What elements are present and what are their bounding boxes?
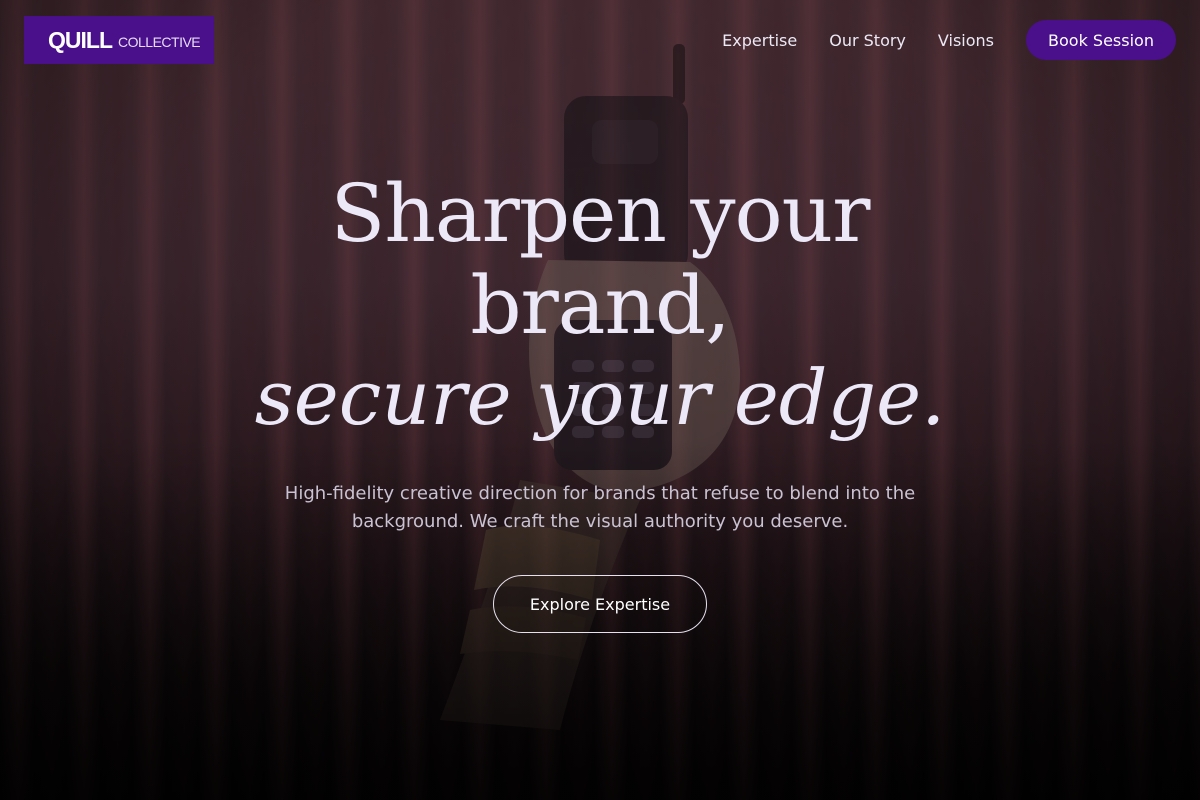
brand-name: QUILL [48, 26, 113, 53]
nav-link-visions[interactable]: Visions [938, 31, 994, 50]
nav-link-expertise[interactable]: Expertise [722, 31, 797, 50]
brand-subname: COLLECTIVE [118, 34, 201, 50]
hero-subtext: High-fidelity creative direction for bra… [284, 483, 916, 532]
book-session-button[interactable]: Book Session [1026, 20, 1176, 60]
nav-link-our-story[interactable]: Our Story [829, 31, 906, 50]
brand-logo[interactable]: QUILL COLLECTIVE [24, 16, 214, 64]
hero-headline: Sharpen your brand, secure your edge. [0, 168, 1200, 444]
headline-line-2: brand, [470, 259, 730, 352]
headline-line-1: Sharpen your [330, 167, 871, 260]
main-nav: Expertise Our Story Visions Book Session [722, 20, 1176, 60]
explore-expertise-button[interactable]: Explore Expertise [493, 575, 707, 633]
headline-line-3: secure your edge. [254, 353, 946, 442]
